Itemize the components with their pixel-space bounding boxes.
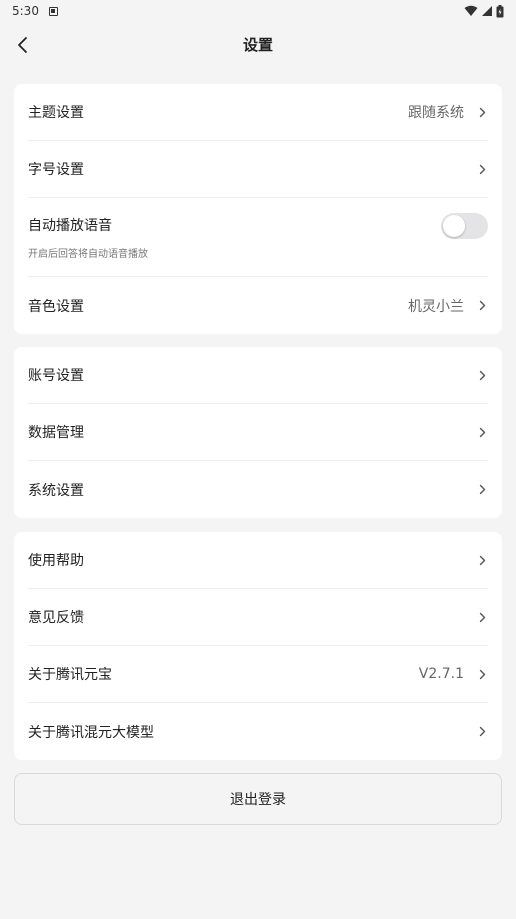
chevron-right-icon: [476, 611, 488, 623]
row-right: [476, 611, 488, 623]
row-label: 系统设置: [28, 482, 84, 499]
header: 设置: [0, 22, 516, 68]
row-right: 机灵小兰: [408, 296, 488, 316]
row-about-hunyuan-model[interactable]: 关于腾讯混元大模型: [28, 703, 488, 760]
row-feedback[interactable]: 意见反馈: [28, 589, 488, 646]
row-help[interactable]: 使用帮助: [28, 532, 488, 589]
row-right: 跟随系统: [408, 102, 488, 122]
row-label: 音色设置: [28, 298, 84, 315]
version-value: V2.7.1: [418, 666, 464, 682]
status-left: 5:30: [12, 4, 58, 18]
row-theme-settings[interactable]: 主题设置 跟随系统: [28, 84, 488, 141]
chevron-right-icon: [476, 726, 488, 738]
settings-group-account: 账号设置 数据管理 系统设置: [14, 347, 502, 518]
row-right: [476, 726, 488, 738]
row-right: [476, 554, 488, 566]
row-account-settings[interactable]: 账号设置: [28, 347, 488, 404]
row-right: [476, 426, 488, 438]
row-label: 自动播放语音: [28, 217, 112, 234]
row-right: V2.7.1: [419, 666, 488, 682]
page-title: 设置: [242, 36, 273, 54]
row-auto-play-voice: 自动播放语音 开启后回答将自动语音播放: [28, 198, 488, 277]
chevron-right-icon: [476, 300, 488, 312]
row-right: [476, 484, 488, 496]
row-label: 意见反馈: [28, 610, 84, 626]
signal-icon: [482, 6, 492, 16]
chevron-right-icon: [476, 554, 488, 566]
back-button[interactable]: [8, 28, 36, 62]
theme-value: 跟随系统: [408, 105, 464, 121]
battery-icon: [496, 4, 504, 17]
row-label: 账号设置: [28, 368, 84, 384]
row-label: 关于腾讯元宝: [28, 667, 112, 683]
settings-group-about: 使用帮助 意见反馈 关于腾讯元宝 V2.7.1 关于腾讯混元大模型: [14, 532, 502, 760]
chevron-right-icon: [476, 369, 488, 381]
status-bar: 5:30: [0, 0, 516, 22]
row-right: [476, 163, 488, 175]
row-label: 主题设置: [28, 105, 84, 121]
row-font-size-settings[interactable]: 字号设置: [28, 141, 488, 198]
voice-tone-value: 机灵小兰: [408, 298, 464, 315]
settings-group-display: 主题设置 跟随系统 字号设置 自动播放语音 开启后回答将自动语音播放 音色设置 …: [14, 84, 502, 334]
row-data-management[interactable]: 数据管理: [28, 404, 488, 461]
status-right: [464, 4, 504, 18]
chevron-right-icon: [476, 668, 488, 680]
logout-button[interactable]: 退出登录: [14, 773, 502, 825]
app-notification-icon: [48, 6, 58, 16]
row-label: 关于腾讯混元大模型: [28, 724, 154, 741]
chevron-right-icon: [476, 106, 488, 118]
chevron-left-icon: [18, 37, 27, 53]
chevron-right-icon: [476, 163, 488, 175]
chevron-right-icon: [476, 484, 488, 496]
wifi-icon: [464, 5, 478, 16]
auto-play-voice-toggle[interactable]: [441, 213, 488, 239]
row-right: [476, 369, 488, 381]
row-label: 字号设置: [28, 162, 84, 178]
row-about-yuanbao[interactable]: 关于腾讯元宝 V2.7.1: [28, 646, 488, 703]
status-time: 5:30: [12, 4, 39, 18]
row-label: 使用帮助: [28, 553, 84, 569]
row-label: 数据管理: [28, 425, 84, 441]
row-voice-tone-settings[interactable]: 音色设置 机灵小兰: [28, 277, 488, 334]
chevron-right-icon: [476, 426, 488, 438]
toggle-knob: [443, 215, 465, 237]
row-description: 开启后回答将自动语音播放: [28, 248, 148, 260]
row-system-settings[interactable]: 系统设置: [28, 461, 488, 518]
